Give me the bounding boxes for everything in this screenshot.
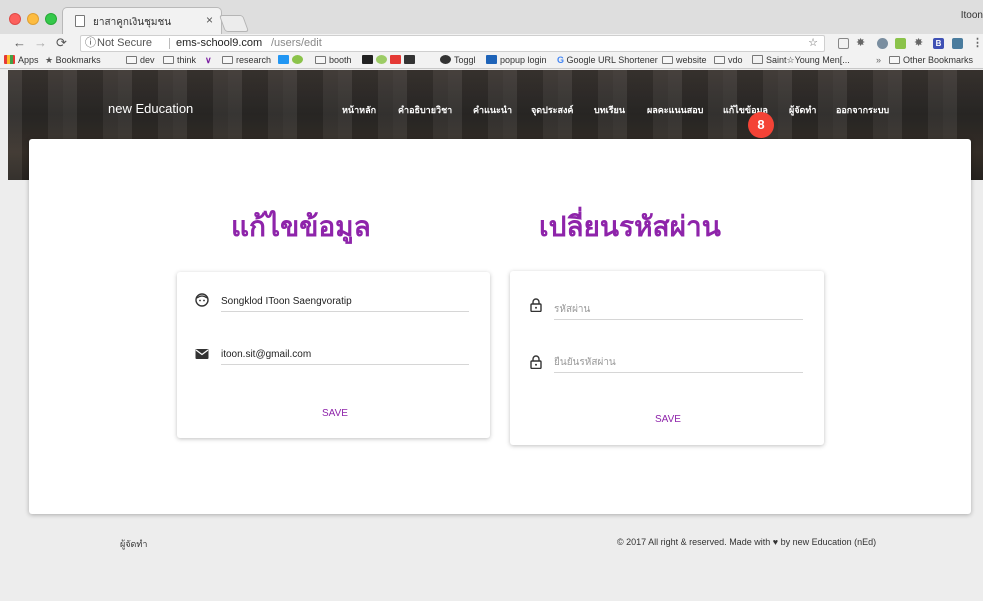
browser-tab[interactable]: ยาสาคูกเงินชุมชน × [62, 7, 222, 34]
forward-arrow-icon[interactable]: → [34, 36, 47, 50]
nav-lessons[interactable]: บทเรียน [594, 103, 625, 117]
bookmark-bookmarks[interactable]: ★ Bookmarks [45, 55, 101, 66]
bookmark-dev[interactable]: dev [126, 55, 155, 66]
copyright-text: © 2017 All right & reserved. Made with [617, 537, 771, 547]
folder-icon [315, 56, 326, 64]
nav-guide[interactable]: คำแนะนำ [473, 103, 512, 117]
bookmark-apps[interactable]: Apps [4, 55, 39, 66]
v-bookmark-icon[interactable]: ∨ [205, 55, 212, 66]
main-card: แก้ไขข้อมูล เปลี่ยนรหัสผ่าน Songklod ITo… [29, 139, 971, 514]
save-password-button[interactable]: SAVE [655, 414, 681, 425]
bookmark-google-url-shortener[interactable]: G Google URL Shortener [557, 55, 658, 66]
dark-site-icon [404, 55, 415, 64]
edit-profile-heading: แก้ไขข้อมูล [231, 211, 371, 242]
folder-icon [163, 56, 174, 64]
folder-icon [662, 56, 673, 64]
toggl-icon [440, 55, 451, 64]
url-host: ems-school9.com [176, 37, 263, 49]
bookmark-think[interactable]: think [163, 55, 196, 66]
nav-logout[interactable]: ออกจากระบบ [836, 103, 889, 117]
password-form-card: รหัสผ่าน ยืนยันรหัสผ่าน SAVE [510, 271, 824, 445]
bookmark-overflow-chevron[interactable]: » [876, 55, 881, 66]
gear-extension-icon[interactable]: ✸ [856, 37, 865, 49]
apps-grid-icon [4, 55, 15, 64]
b-extension-icon[interactable]: B [933, 38, 944, 49]
nav-creators[interactable]: ผู้จัดทำ [789, 103, 816, 117]
bookmark-saint-young-men[interactable]: Saint☆Young Men[... [752, 55, 850, 66]
bookmark-website[interactable]: website [662, 55, 707, 66]
tab-close-icon[interactable]: × [206, 13, 213, 27]
bookmark-icons-group[interactable] [278, 55, 306, 66]
bookmark-star-icon[interactable]: ☆ [808, 36, 818, 51]
window-close-button[interactable] [9, 13, 21, 25]
extension-icon-green[interactable] [895, 38, 906, 49]
folder-icon [126, 56, 137, 64]
page-icon [752, 55, 763, 64]
extension-icon[interactable] [877, 38, 888, 49]
lock-icon [530, 355, 542, 369]
window-minimize-button[interactable] [27, 13, 39, 25]
bookmark-research[interactable]: research [222, 55, 271, 66]
page-icon [75, 15, 85, 27]
email-icon [195, 349, 209, 359]
a-site-icon [362, 55, 373, 64]
bookmark-popup-login[interactable]: popup login [486, 55, 547, 66]
blue-site-icon [278, 55, 289, 64]
heart-icon: ♥ [772, 537, 779, 547]
bookmark-booth[interactable]: booth [315, 55, 352, 66]
settings-extension-icon[interactable]: ✸ [914, 37, 923, 49]
lock-icon [530, 298, 542, 312]
nav-exam-results[interactable]: ผลคะแนนสอบ [647, 103, 703, 117]
bookmark-toggl[interactable]: Toggl [440, 55, 476, 66]
nav-objectives[interactable]: จุดประสงค์ [531, 103, 573, 117]
folder-icon [889, 56, 900, 64]
camera-extension-icon[interactable] [838, 38, 849, 49]
email-field[interactable]: itoon.sit@gmail.com [221, 347, 469, 365]
byline-text: by new Education (nEd) [780, 537, 877, 547]
save-profile-button[interactable]: SAVE [322, 408, 348, 419]
profile-name[interactable]: Itoon [961, 10, 983, 21]
bookmark-icons-group-2[interactable] [362, 55, 418, 66]
change-password-heading: เปลี่ยนรหัสผ่าน [539, 211, 721, 242]
security-label: Not Secure [97, 37, 153, 49]
omnibox-divider [169, 38, 170, 49]
nav-home[interactable]: หน้าหลัก [342, 103, 376, 117]
new-tab-button[interactable] [218, 15, 250, 32]
leaf-site-icon [292, 55, 303, 64]
star-icon: ★ [45, 55, 56, 65]
folder-icon [222, 56, 233, 64]
url-path: /users/edit [271, 37, 322, 49]
name-field[interactable]: Songklod IToon Saengvoratip [221, 294, 469, 312]
bookmark-vdo[interactable]: vdo [714, 55, 743, 66]
confirm-password-input[interactable]: ยืนยันรหัสผ่าน [554, 355, 803, 373]
bookmarks-bar: Apps ★ Bookmarks dev think ∨ research bo… [0, 53, 983, 69]
red-site-icon [390, 55, 401, 64]
bookmark-other[interactable]: Other Bookmarks [889, 55, 973, 66]
browser-tab-strip: ยาสาคูกเงินชุมชน × Itoon [0, 0, 983, 34]
footer-copyright: © 2017 All right & reserved. Made with ♥… [617, 537, 876, 547]
google-icon: G [557, 55, 567, 65]
site-brand[interactable]: new Education [108, 101, 193, 116]
address-bar[interactable]: ⓘ Not Secure ems-school9.com /users/edit… [80, 35, 825, 52]
window-maximize-button[interactable] [45, 13, 57, 25]
h-site-icon [486, 55, 497, 64]
tab-title: ยาสาคูกเงินชุมชน [93, 17, 172, 28]
folder-icon [714, 56, 725, 64]
image-extension-icon[interactable] [952, 38, 963, 49]
profile-form-card: Songklod IToon Saengvoratip itoon.sit@gm… [177, 272, 490, 438]
chrome-menu-icon[interactable]: ⋮ [972, 37, 983, 49]
browser-toolbar: ← → ⟳ ⓘ Not Secure ems-school9.com /user… [0, 34, 983, 53]
face-icon [195, 293, 209, 307]
green-site-icon [376, 55, 387, 64]
notification-badge: 8 [748, 112, 774, 138]
info-icon[interactable]: ⓘ [85, 36, 96, 51]
nav-course-description[interactable]: คำอธิบายวิชา [398, 103, 452, 117]
back-arrow-icon[interactable]: ← [13, 36, 26, 50]
reload-icon[interactable]: ⟳ [56, 36, 67, 50]
password-input[interactable]: รหัสผ่าน [554, 302, 803, 320]
footer-creators-link[interactable]: ผู้จัดทำ [120, 537, 147, 551]
